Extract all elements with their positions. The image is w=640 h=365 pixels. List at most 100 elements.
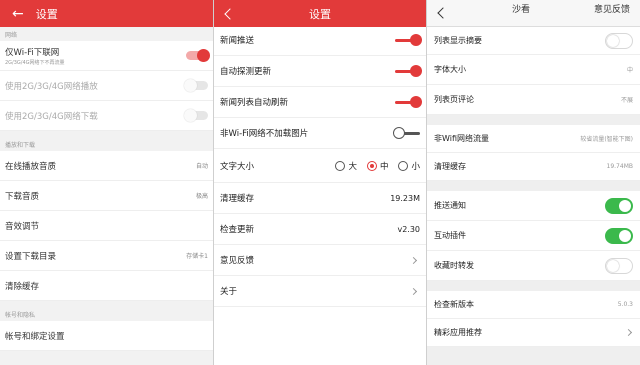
check-version-row[interactable]: 检查新版本 5.0.3	[427, 291, 640, 319]
no-images-row[interactable]: 非Wi-Fi网络不加载图片	[214, 118, 426, 149]
non-wifi-traffic-value: 较省流量(智能下图)	[580, 136, 633, 143]
mobile-download-toggle[interactable]	[184, 109, 208, 122]
section-label-account: 帐号和隐私	[5, 311, 36, 319]
download-dir-row[interactable]: 设置下载目录 存储卡1	[0, 241, 213, 271]
no-images-label: 非Wi-Fi网络不加载图片	[220, 129, 309, 139]
cache-size-value: 19.23M	[390, 193, 420, 203]
auto-update-label: 自动探测更新	[220, 67, 272, 77]
push-notify-row[interactable]: 推送通知	[427, 191, 640, 221]
auto-refresh-toggle[interactable]	[395, 95, 422, 108]
push-notify-label: 推送通知	[434, 201, 466, 210]
auto-refresh-row[interactable]: 新闻列表自动刷新	[214, 87, 426, 118]
news-push-label: 新闻推送	[220, 36, 255, 46]
app-recommend-row[interactable]: 精彩应用推荐	[427, 319, 640, 347]
download-quality-value: 极高	[195, 193, 208, 200]
chevron-right-icon	[624, 328, 633, 337]
check-version-label: 检查新版本	[434, 300, 474, 309]
check-update-label: 检查更新	[220, 225, 255, 235]
account-binding-label: 帐号和绑定设置	[5, 331, 65, 342]
about-row[interactable]: 关于	[214, 276, 426, 307]
clear-cache-row-p3[interactable]: 清理缓存 19.74MB	[427, 153, 640, 181]
forward-on-fav-toggle[interactable]	[605, 257, 633, 274]
sound-effect-row[interactable]: 音效调节	[0, 211, 213, 241]
radio-small-label: 小	[411, 161, 420, 172]
back-chevron-icon[interactable]	[437, 7, 449, 19]
download-quality-label: 下载音质	[5, 191, 40, 202]
clear-cache-label-p3: 清理缓存	[434, 162, 466, 171]
non-wifi-traffic-row[interactable]: 非Wifi网络流量 较省流量(智能下图)	[427, 125, 640, 153]
chevron-right-icon	[409, 287, 418, 295]
panel2-title: 设置	[309, 7, 331, 21]
auto-update-toggle[interactable]	[395, 64, 422, 77]
font-size-option-large[interactable]: 大	[335, 160, 357, 172]
list-summary-row[interactable]: 列表显示摘要	[427, 27, 640, 55]
chevron-right-icon	[409, 256, 418, 264]
settings-panel-news: 设置 新闻推送 自动探测更新 新闻列表自动刷新 非Wi-Fi网络不加载图片 文字…	[214, 0, 426, 365]
play-quality-row[interactable]: 在线播放音质 自动	[0, 151, 213, 181]
mobile-play-row[interactable]: 使用2G/3G/4G网络播放	[0, 71, 213, 101]
radio-small-icon	[398, 160, 409, 171]
font-size-option-small[interactable]: 小	[398, 160, 420, 172]
feedback-link[interactable]: 意见反馈	[594, 2, 630, 15]
settings-panel-music: ← 设置 网络 仅Wi-Fi下联网 2G/3G/4G网络下不再流量 使用2G/3…	[0, 0, 213, 365]
list-summary-label: 列表显示摘要	[434, 36, 482, 45]
clear-cache-row[interactable]: 清除缓存	[0, 271, 213, 301]
clear-cache-row-p2[interactable]: 清理缓存 19.23M	[214, 183, 426, 214]
news-push-row[interactable]: 新闻推送	[214, 25, 426, 56]
list-summary-toggle[interactable]	[605, 32, 633, 49]
panel1-title: 设置	[35, 7, 58, 21]
radio-large-label: 大	[348, 161, 357, 172]
radio-medium-label: 中	[379, 161, 389, 172]
font-size-radio-group: 大 中 小	[335, 160, 420, 172]
version-value: v2.30	[397, 224, 420, 234]
account-binding-row[interactable]: 帐号和绑定设置	[0, 321, 213, 351]
wifi-only-subtext: 2G/3G/4G网络下不再流量	[5, 60, 65, 66]
radio-large-icon	[335, 160, 346, 171]
check-update-row[interactable]: 检查更新 v2.30	[214, 214, 426, 245]
download-dir-value: 存储卡1	[186, 253, 208, 260]
font-size-value-p3: 中	[626, 67, 633, 74]
clear-cache-label: 清除缓存	[5, 281, 40, 292]
back-arrow-icon[interactable]: ←	[12, 6, 24, 22]
interactive-plugin-toggle[interactable]	[605, 227, 633, 244]
auto-refresh-label: 新闻列表自动刷新	[220, 98, 289, 108]
panel3-header: 沙看 意见反馈	[427, 0, 640, 27]
non-wifi-traffic-label: 非Wifi网络流量	[434, 134, 489, 143]
news-push-toggle[interactable]	[395, 33, 422, 46]
font-size-row-p3[interactable]: 字体大小 中	[427, 55, 640, 85]
auto-update-row[interactable]: 自动探测更新	[214, 56, 426, 87]
section-label-network: 网络	[5, 31, 18, 39]
download-dir-label: 设置下载目录	[5, 251, 57, 262]
play-quality-label: 在线播放音质	[5, 161, 57, 172]
wifi-only-toggle[interactable]	[186, 49, 210, 62]
push-notify-toggle[interactable]	[605, 197, 633, 214]
font-size-row: 文字大小 大 中 小	[214, 149, 426, 183]
panel3-header-left: 沙看	[512, 5, 531, 15]
clear-cache-label-p2: 清理缓存	[220, 194, 255, 204]
font-size-option-medium[interactable]: 中	[366, 160, 389, 172]
cache-size-value-p3: 19.74MB	[606, 163, 633, 170]
list-comments-row[interactable]: 列表页评论 不展	[427, 85, 640, 115]
panel2-header: 设置	[214, 0, 426, 27]
interactive-plugin-label: 互动插件	[434, 231, 466, 240]
forward-on-fav-label: 收藏时转发	[434, 261, 474, 270]
settings-panel-reader: 沙看 意见反馈 列表显示摘要 字体大小 中 列表页评论 不展 非Wifi网络流量…	[427, 0, 640, 365]
section-label-playdownload: 播放和下载	[5, 141, 36, 149]
no-images-toggle[interactable]	[393, 126, 420, 139]
list-comments-value: 不展	[620, 97, 633, 104]
interactive-plugin-row[interactable]: 互动插件	[427, 221, 640, 251]
feedback-row[interactable]: 意见反馈	[214, 245, 426, 276]
wifi-only-label: 仅Wi-Fi下联网	[5, 47, 60, 58]
font-size-label: 文字大小	[220, 161, 255, 172]
download-quality-row[interactable]: 下载音质 极高	[0, 181, 213, 211]
wifi-only-row[interactable]: 仅Wi-Fi下联网 2G/3G/4G网络下不再流量	[0, 41, 213, 71]
mobile-play-label: 使用2G/3G/4G网络播放	[5, 81, 98, 92]
mobile-download-row[interactable]: 使用2G/3G/4G网络下载	[0, 101, 213, 131]
mobile-play-toggle[interactable]	[184, 79, 208, 92]
about-label: 关于	[220, 287, 238, 297]
forward-on-fav-row[interactable]: 收藏时转发	[427, 251, 640, 281]
back-chevron-icon[interactable]	[224, 7, 236, 20]
app-recommend-label: 精彩应用推荐	[434, 328, 482, 337]
panel1-header: ← 设置	[0, 0, 213, 27]
radio-medium-icon	[366, 160, 377, 171]
